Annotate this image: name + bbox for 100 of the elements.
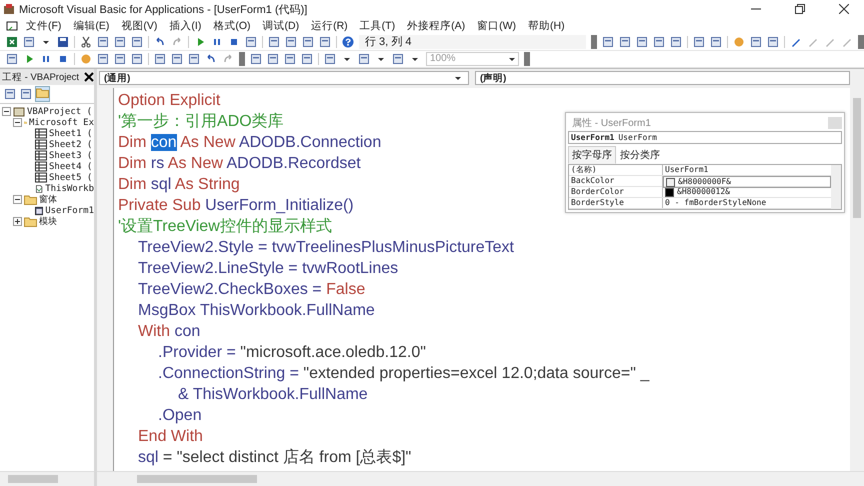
close-icon[interactable] (84, 72, 94, 82)
menu-item[interactable]: 插入(I) (165, 19, 206, 33)
expand-toggle[interactable] (13, 195, 22, 204)
procedure-dropdown[interactable]: (声明) (475, 71, 850, 85)
toolbar-icon[interactable] (97, 53, 109, 65)
toolbar-icon[interactable] (23, 36, 35, 48)
toolbar-icon[interactable] (710, 36, 722, 48)
toolbar-icon[interactable] (20, 88, 32, 100)
toolbar-icon[interactable] (324, 53, 336, 65)
menu-item[interactable]: 帮助(H) (524, 19, 569, 33)
tree-item[interactable]: UserForm1 (45, 206, 94, 216)
tree-item[interactable]: Sheet4 ( (49, 162, 92, 172)
menu-item[interactable]: 格式(O) (209, 19, 255, 33)
scrollbar-thumb[interactable] (8, 475, 58, 483)
menu-item[interactable]: 视图(V) (117, 19, 162, 33)
close-icon[interactable] (839, 4, 849, 14)
stop-icon[interactable] (228, 36, 240, 48)
toolbar-icon[interactable] (750, 36, 762, 48)
toolbar-icon[interactable] (4, 88, 16, 100)
undo-icon[interactable] (205, 53, 217, 65)
toolbar-icon[interactable] (250, 53, 262, 65)
toolbar-icon[interactable] (131, 36, 143, 48)
code-line: Private Sub UserForm_Initialize() (118, 196, 354, 216)
toolbar-icon[interactable] (285, 36, 297, 48)
toolbar-icon[interactable] (767, 36, 779, 48)
toolbar-icon[interactable] (114, 53, 126, 65)
pause-icon[interactable] (211, 36, 223, 48)
tree-item[interactable]: Sheet5 ( (49, 172, 92, 182)
toolbar-icon[interactable] (653, 36, 665, 48)
toolbar-icon[interactable] (670, 36, 682, 48)
code-line: Option Explicit (118, 91, 220, 111)
menu-item[interactable]: 运行(R) (307, 19, 352, 33)
toolbar-icon[interactable] (636, 36, 648, 48)
menu-item[interactable]: 调试(D) (258, 19, 304, 33)
toolbar-icon[interactable] (619, 36, 631, 48)
toolbar-icon[interactable] (245, 36, 257, 48)
help-icon[interactable] (342, 36, 354, 48)
toolbar-icon[interactable] (131, 53, 143, 65)
menu-item[interactable]: 工具(T) (356, 19, 400, 33)
scrollbar-thumb[interactable] (853, 98, 861, 218)
scissors-icon[interactable] (80, 36, 92, 48)
toolbar-icon[interactable] (188, 53, 200, 65)
scrollbar[interactable] (831, 165, 841, 209)
toolbar-handle[interactable] (239, 52, 245, 66)
tree-item[interactable]: Sheet2 ( (49, 140, 92, 150)
form-icon (35, 204, 44, 216)
restore-icon[interactable] (795, 4, 805, 14)
object-selector[interactable]: UserForm1 UserForm (568, 131, 842, 144)
toolbar-icon[interactable] (302, 36, 314, 48)
menu-item[interactable]: 窗口(W) (473, 19, 520, 33)
property-value[interactable]: &H80000012& (677, 187, 730, 197)
toolbar-icon[interactable] (358, 53, 370, 65)
property-name: BorderStyle (569, 198, 663, 208)
property-name: (名称) (569, 165, 663, 175)
scrollbar-thumb[interactable] (137, 475, 257, 483)
toolbar-icon[interactable] (602, 36, 614, 48)
tree-item[interactable]: Sheet3 ( (49, 150, 92, 160)
toolbar-icon[interactable] (268, 36, 280, 48)
pause-icon[interactable] (40, 53, 52, 65)
menu-item[interactable]: 文件(F) (22, 19, 66, 33)
toolbar-icon[interactable] (392, 53, 404, 65)
code-line: TreeView2.CheckBoxes = False (138, 280, 366, 300)
property-value[interactable]: 0 - fmBorderStyleNone (665, 198, 766, 208)
undo-icon[interactable] (154, 36, 166, 48)
folder-icon (36, 87, 49, 98)
tree-item[interactable]: 窗体 (39, 193, 57, 206)
pencil-icon[interactable] (790, 36, 802, 48)
toolbar-icon[interactable] (319, 36, 331, 48)
expand-toggle[interactable] (13, 118, 22, 127)
folder-icon (24, 216, 37, 227)
toolbar-icon[interactable] (267, 53, 279, 65)
menu-item[interactable]: 外接程序(A) (403, 19, 470, 33)
toolbar-handle[interactable] (524, 52, 530, 66)
toolbar-icon[interactable] (301, 53, 313, 65)
properties-tab[interactable]: 按字母序 (568, 146, 616, 164)
tree-item[interactable]: Microsoft Ex (28, 118, 94, 128)
tree-item[interactable]: 模块 (39, 215, 57, 228)
toolbar-icon[interactable] (171, 53, 183, 65)
spreadsheet-icon[interactable] (6, 36, 18, 48)
object-dropdown[interactable]: (通用) (99, 71, 469, 85)
tree-item[interactable]: ThisWorkb (45, 184, 94, 194)
expand-toggle[interactable] (2, 107, 11, 116)
menu-item[interactable]: 编辑(E) (69, 19, 114, 33)
toolbar-icon[interactable] (6, 53, 18, 65)
toolbar-handle[interactable] (591, 35, 597, 49)
toolbar-icon[interactable] (284, 53, 296, 65)
code-line: End With (138, 427, 203, 447)
stop-icon[interactable] (57, 53, 69, 65)
toolbar-icon[interactable] (114, 36, 126, 48)
toolbar-icon[interactable] (97, 36, 109, 48)
window-icon[interactable] (6, 20, 18, 32)
properties-tab[interactable]: 按分类序 (616, 146, 664, 164)
tree-item[interactable]: Sheet1 ( (49, 128, 92, 138)
save-icon[interactable] (57, 36, 69, 48)
toolbar-handle[interactable] (858, 35, 864, 49)
property-value[interactable]: UserForm1 (665, 165, 708, 175)
tree-item[interactable]: VBAProject ( (27, 106, 92, 116)
expand-toggle[interactable] (13, 217, 22, 226)
toolbar-icon[interactable] (693, 36, 705, 48)
toolbar-icon[interactable] (154, 53, 166, 65)
